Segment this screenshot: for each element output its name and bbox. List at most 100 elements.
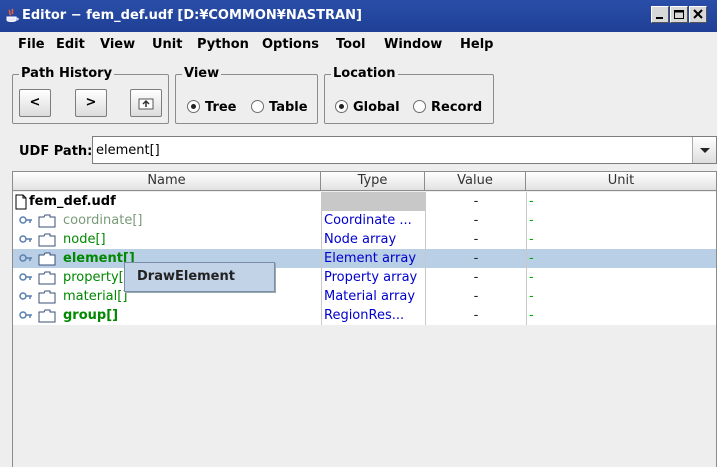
row-name: coordinate[]: [63, 213, 143, 228]
view-group: View: [175, 66, 318, 124]
row-name: group[]: [63, 308, 119, 323]
table-row-root[interactable]: fem_def.udf - -: [13, 192, 716, 211]
unit-cell: -: [526, 268, 716, 287]
java-app-icon: [6, 8, 19, 22]
view-legend: View: [182, 66, 222, 82]
folder-up-icon: [138, 98, 154, 110]
file-icon: [15, 194, 27, 210]
row-name: material[]: [63, 289, 128, 304]
name-cell: group[]: [13, 306, 321, 325]
name-cell: fem_def.udf: [13, 192, 321, 211]
menu-help[interactable]: Help: [460, 37, 493, 52]
tree-expand-key-icon: [19, 311, 32, 319]
close-icon: [693, 9, 703, 19]
type-cell: Coordinate ...: [321, 211, 425, 230]
path-history-legend: Path History: [19, 66, 115, 82]
value-cell: -: [425, 192, 526, 211]
column-header-unit[interactable]: Unit: [526, 172, 716, 191]
minimize-icon: [656, 17, 663, 19]
context-menu: DrawElement: [124, 262, 275, 292]
tree-expand-key-icon: [19, 216, 32, 224]
type-cell: [321, 192, 425, 211]
column-header-value[interactable]: Value: [425, 172, 526, 191]
table-row[interactable]: property[] Property array - -: [13, 268, 716, 287]
type-cell: Element array: [321, 249, 425, 268]
up-button[interactable]: [130, 89, 162, 117]
menu-file[interactable]: File: [18, 37, 45, 52]
folder-icon: [38, 309, 56, 323]
folder-icon: [38, 271, 56, 285]
menu-python[interactable]: Python: [197, 37, 249, 52]
minimize-button[interactable]: [651, 6, 669, 23]
menu-options[interactable]: Options: [262, 37, 319, 52]
location-group: Location: [324, 66, 494, 124]
table-row[interactable]: coordinate[] Coordinate ... - -: [13, 211, 716, 230]
tree-expand-key-icon: [19, 254, 32, 262]
table-row[interactable]: group[] RegionRes... - -: [13, 306, 716, 325]
menu-view[interactable]: View: [100, 37, 135, 52]
menu-window[interactable]: Window: [384, 37, 442, 52]
type-cell: RegionRes...: [321, 306, 425, 325]
unit-cell: -: [526, 306, 716, 325]
value-cell: -: [425, 211, 526, 230]
type-cell: Property array: [321, 268, 425, 287]
location-legend: Location: [331, 66, 398, 82]
unit-cell: -: [526, 211, 716, 230]
table-row[interactable]: material[] Material array - -: [13, 287, 716, 306]
menu-unit[interactable]: Unit: [152, 37, 182, 52]
udf-path-dropdown-button[interactable]: [692, 137, 716, 163]
menu-tool[interactable]: Tool: [336, 37, 365, 52]
close-button[interactable]: [689, 6, 707, 23]
location-global-radio[interactable]: Global: [335, 100, 400, 116]
type-cell: Node array: [321, 230, 425, 249]
unit-cell: -: [526, 287, 716, 306]
name-cell: coordinate[]: [13, 211, 321, 230]
column-header-type[interactable]: Type: [321, 172, 425, 191]
tree-expand-key-icon: [19, 273, 32, 281]
value-cell: -: [425, 306, 526, 325]
title-bar: Editor − fem_def.udf [D:¥COMMON¥NASTRAN]: [0, 0, 717, 32]
forward-button[interactable]: >: [75, 89, 107, 117]
row-name: node[]: [63, 232, 106, 247]
maximize-button[interactable]: [670, 6, 688, 23]
folder-icon: [38, 252, 56, 266]
value-cell: -: [425, 249, 526, 268]
view-tree-label: Tree: [205, 100, 237, 115]
chevron-down-icon: [700, 148, 710, 153]
view-tree-radio[interactable]: Tree: [187, 100, 236, 116]
view-table-radio[interactable]: Table: [251, 100, 308, 116]
udf-path-input[interactable]: [96, 140, 686, 160]
radio-unselected-icon: [413, 100, 426, 113]
root-name: fem_def.udf: [29, 194, 116, 209]
value-cell: -: [425, 287, 526, 306]
context-menu-item-draw-element[interactable]: DrawElement: [137, 269, 235, 284]
folder-icon: [38, 290, 56, 304]
view-table-label: Table: [269, 100, 308, 115]
location-record-label: Record: [431, 100, 483, 115]
radio-selected-icon: [335, 100, 348, 113]
folder-icon: [38, 233, 56, 247]
tree-expand-key-icon: [19, 292, 32, 300]
udf-path-label: UDF Path:: [19, 144, 93, 159]
table-row[interactable]: node[] Node array - -: [13, 230, 716, 249]
udf-path-combobox[interactable]: [92, 136, 717, 164]
udf-tree-table: Name Type Value Unit fem_def.udf - - coo…: [12, 171, 717, 467]
back-button[interactable]: <: [19, 89, 51, 117]
column-header-name[interactable]: Name: [13, 172, 321, 191]
radio-selected-icon: [187, 100, 200, 113]
folder-icon: [38, 214, 56, 228]
menu-edit[interactable]: Edit: [56, 37, 85, 52]
radio-unselected-icon: [251, 100, 264, 113]
tree-expand-key-icon: [19, 235, 32, 243]
path-history-group: Path History < >: [12, 66, 169, 124]
unit-cell: -: [526, 249, 716, 268]
type-cell: Material array: [321, 287, 425, 306]
row-name: property[]: [63, 270, 129, 285]
unit-cell: -: [526, 192, 716, 211]
table-row-selected[interactable]: element[] Element array - -: [13, 249, 716, 268]
window-title: Editor − fem_def.udf [D:¥COMMON¥NASTRAN]: [22, 8, 362, 23]
value-cell: -: [425, 268, 526, 287]
location-global-label: Global: [353, 100, 400, 115]
unit-cell: -: [526, 230, 716, 249]
location-record-radio[interactable]: Record: [413, 100, 482, 116]
